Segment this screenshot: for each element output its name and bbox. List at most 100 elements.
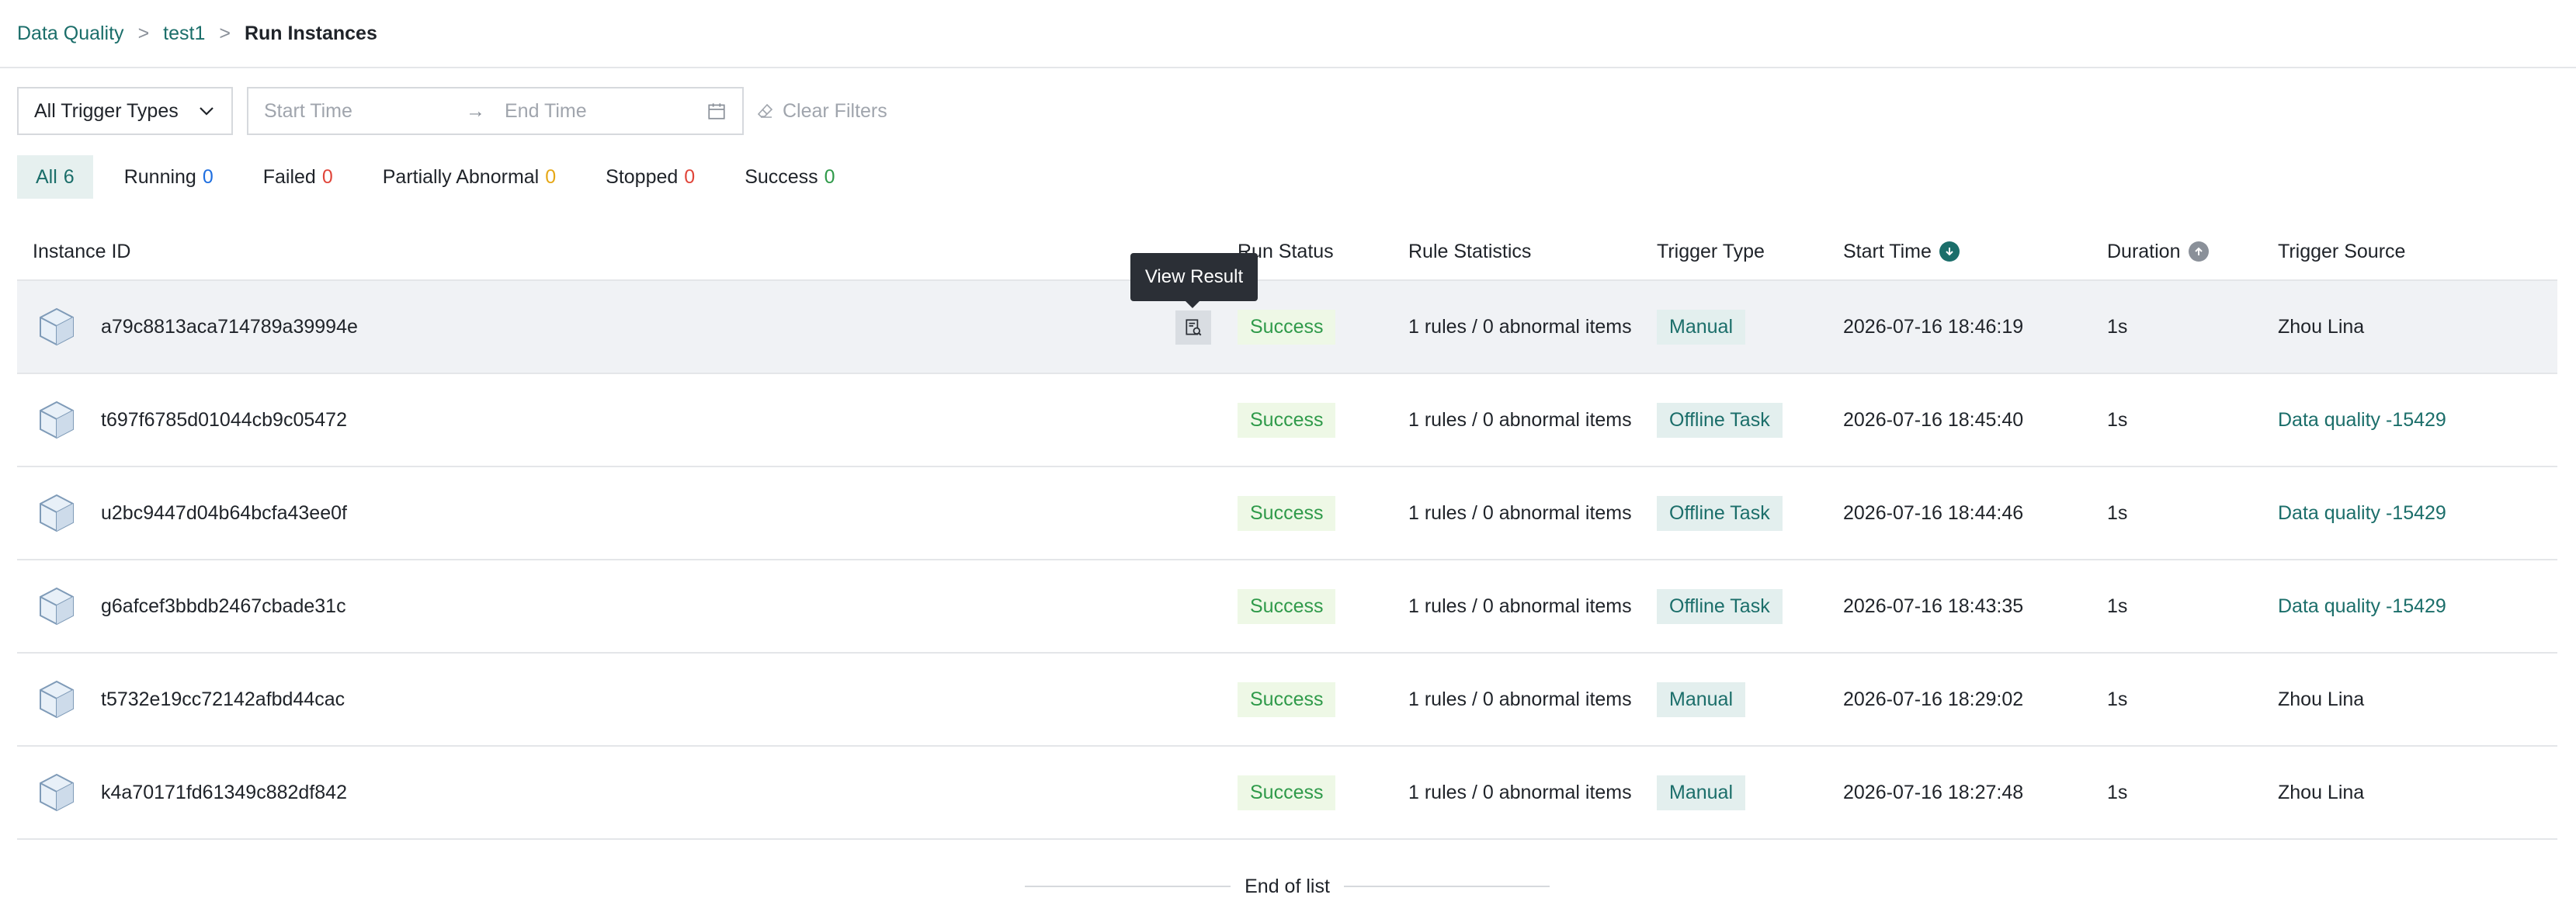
- breadcrumb-project[interactable]: test1: [163, 23, 205, 45]
- clear-filters-label: Clear Filters: [783, 99, 887, 122]
- end-time-input[interactable]: End Time: [505, 100, 706, 123]
- duration: 1s: [2107, 408, 2128, 431]
- status-badge: Success: [1238, 495, 1336, 531]
- status-tabs: All 6 Running 0 Failed 0 Partially Abnormal…: [17, 155, 866, 199]
- duration: 1s: [2107, 501, 2128, 524]
- divider: [1343, 886, 1550, 887]
- tab-count: 0: [321, 165, 333, 188]
- instance-id: k4a70171fd61349c882df842: [101, 781, 347, 803]
- end-of-list: End of list: [1025, 872, 1550, 900]
- trigger-type-badge: Manual: [1657, 309, 1745, 345]
- trigger-type-badge: Manual: [1657, 775, 1745, 810]
- breadcrumb: Data Quality > test1 > Run Instances: [17, 0, 377, 67]
- trigger-type-badge: Manual: [1657, 681, 1745, 717]
- table-row[interactable]: k4a70171fd61349c882df842 Success 1 rules /…: [17, 747, 2557, 840]
- trigger-source-link[interactable]: Data quality -15429: [2278, 560, 2446, 652]
- duration: 1s: [2107, 688, 2128, 710]
- instance-id: a79c8813aca714789a39994e: [101, 315, 358, 338]
- trigger-type-badge: Offline Task: [1657, 588, 1783, 624]
- table-body: a79c8813aca714789a39994e Success 1 rules /…: [17, 281, 2557, 840]
- instance-id: g6afcef3bbdb2467cbade31c: [101, 595, 346, 617]
- tab-label: Failed: [262, 165, 316, 188]
- table-row[interactable]: t697f6785d01044cb9c05472 Success 1 rules /…: [17, 374, 2557, 467]
- trigger-source-link[interactable]: Data quality -15429: [2278, 467, 2446, 559]
- breadcrumb-separator: >: [137, 22, 150, 44]
- instance-cube-icon: [36, 467, 78, 559]
- tab-running[interactable]: Running 0: [106, 155, 232, 199]
- table-row[interactable]: u2bc9447d04b64bcfa43ee0f Success 1 rules /…: [17, 467, 2557, 560]
- rule-statistics: 1 rules / 0 abnormal items: [1408, 781, 1632, 803]
- status-badge: Success: [1238, 309, 1336, 345]
- tab-count: 0: [824, 165, 835, 188]
- breadcrumb-separator: >: [219, 22, 231, 44]
- table-row[interactable]: g6afcef3bbdb2467cbade31c Success 1 rules /…: [17, 560, 2557, 654]
- sort-ascending-icon[interactable]: [2188, 241, 2209, 262]
- status-badge: Success: [1238, 588, 1336, 624]
- start-time-input[interactable]: Start Time: [264, 100, 466, 123]
- start-time: 2026-07-16 18:29:02: [1843, 688, 2024, 710]
- header-divider: [0, 67, 2576, 68]
- status-badge: Success: [1238, 402, 1336, 438]
- rule-statistics: 1 rules / 0 abnormal items: [1408, 595, 1632, 617]
- breadcrumb-current: Run Instances: [244, 22, 377, 44]
- view-result-tooltip: View Result: [1130, 253, 1258, 308]
- tab-failed[interactable]: Failed 0: [245, 155, 352, 199]
- instance-cube-icon: [36, 281, 78, 373]
- tab-label: Success: [745, 165, 818, 188]
- date-range-picker[interactable]: Start Time → End Time: [247, 87, 744, 135]
- view-result-icon: [1186, 319, 1202, 336]
- clear-filters-button[interactable]: Clear Filters: [756, 87, 887, 135]
- trigger-source: Zhou Lina: [2278, 688, 2365, 710]
- instance-id: u2bc9447d04b64bcfa43ee0f: [101, 501, 347, 524]
- rule-statistics: 1 rules / 0 abnormal items: [1408, 501, 1632, 524]
- run-instances-table: Instance ID Run Status Rule Statistics T…: [17, 224, 2557, 840]
- duration: 1s: [2107, 595, 2128, 617]
- tab-count: 6: [63, 165, 75, 188]
- breadcrumb-data-quality[interactable]: Data Quality: [17, 23, 124, 45]
- tab-success[interactable]: Success 0: [726, 155, 853, 199]
- duration: 1s: [2107, 315, 2128, 338]
- col-duration[interactable]: Duration: [2107, 224, 2209, 279]
- tab-label: All: [36, 165, 57, 188]
- start-time: 2026-07-16 18:44:46: [1843, 501, 2024, 524]
- col-trigger-type: Trigger Type: [1657, 240, 1765, 262]
- start-time: 2026-07-16 18:27:48: [1843, 781, 2024, 803]
- divider: [1025, 886, 1231, 887]
- instance-cube-icon: [36, 747, 78, 838]
- trigger-source: Zhou Lina: [2278, 315, 2365, 338]
- col-duration-label: Duration: [2107, 240, 2181, 262]
- start-time: 2026-07-16 18:45:40: [1843, 408, 2024, 431]
- tab-label: Running: [123, 165, 196, 188]
- duration: 1s: [2107, 781, 2128, 803]
- table-row[interactable]: a79c8813aca714789a39994e Success 1 rules /…: [17, 281, 2557, 374]
- tab-all[interactable]: All 6: [17, 155, 93, 199]
- chevron-down-icon: [200, 107, 214, 116]
- trigger-type-badge: Offline Task: [1657, 402, 1783, 438]
- end-of-list-label: End of list: [1245, 875, 1330, 897]
- instance-id: t697f6785d01044cb9c05472: [101, 408, 347, 431]
- tab-label: Stopped: [606, 165, 679, 188]
- trigger-source-link[interactable]: Data quality -15429: [2278, 374, 2446, 466]
- view-result-button[interactable]: [1175, 310, 1211, 345]
- instance-id: t5732e19cc72142afbd44cac: [101, 688, 345, 710]
- tab-count: 0: [684, 165, 696, 188]
- sort-descending-icon[interactable]: [1939, 241, 1960, 262]
- calendar-icon[interactable]: [706, 101, 727, 121]
- tab-count: 0: [545, 165, 557, 188]
- col-instance-id: Instance ID: [33, 240, 131, 262]
- table-row[interactable]: t5732e19cc72142afbd44cac Success 1 rules /…: [17, 654, 2557, 747]
- col-start-time-label: Start Time: [1843, 240, 1932, 262]
- status-badge: Success: [1238, 775, 1336, 810]
- tab-partially-abnormal[interactable]: Partially Abnormal 0: [364, 155, 575, 199]
- trigger-type-value: All Trigger Types: [34, 99, 179, 122]
- trigger-type-select[interactable]: All Trigger Types: [17, 87, 233, 135]
- status-badge: Success: [1238, 681, 1336, 717]
- instance-cube-icon: [36, 560, 78, 652]
- tab-stopped[interactable]: Stopped 0: [587, 155, 713, 199]
- table-header: Instance ID Run Status Rule Statistics T…: [17, 224, 2557, 281]
- trigger-source: Zhou Lina: [2278, 781, 2365, 803]
- start-time: 2026-07-16 18:43:35: [1843, 595, 2024, 617]
- col-start-time[interactable]: Start Time: [1843, 224, 1960, 279]
- trigger-type-badge: Offline Task: [1657, 495, 1783, 531]
- range-arrow-icon: →: [466, 99, 485, 122]
